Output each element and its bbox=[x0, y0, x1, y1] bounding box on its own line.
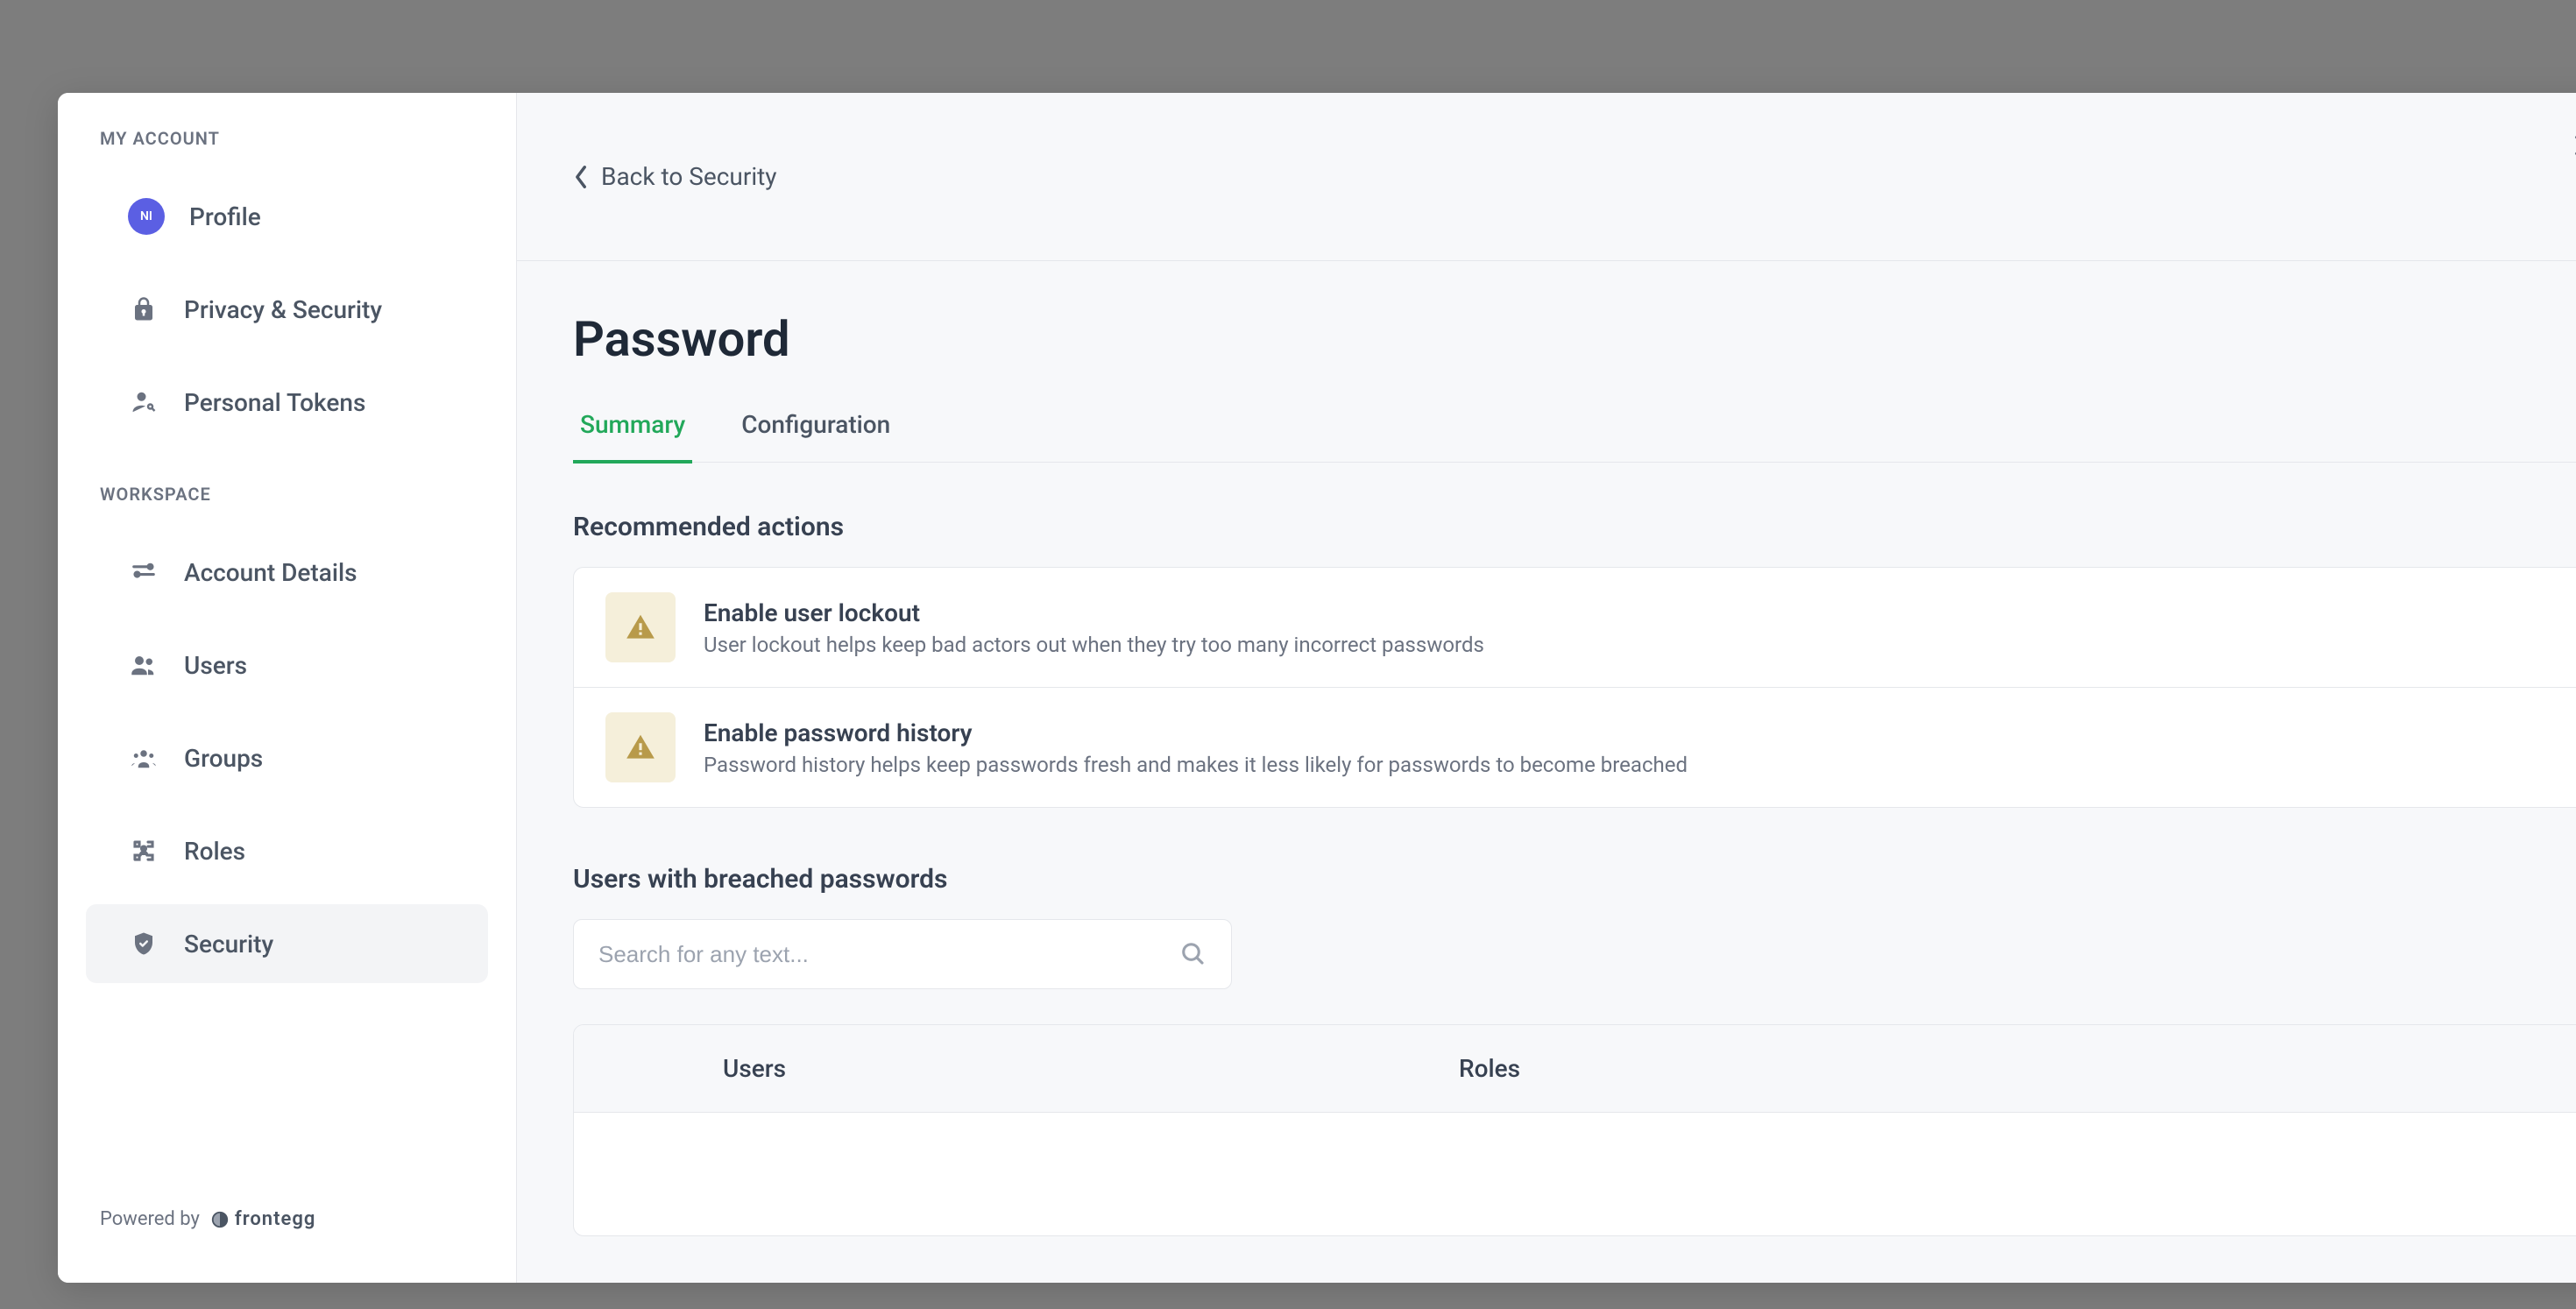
sidebar: MY ACCOUNT NI Profile Privacy & Security… bbox=[58, 93, 517, 1283]
sidebar-item-label: Account Details bbox=[184, 558, 357, 587]
sidebar-item-personal-tokens[interactable]: Personal Tokens bbox=[86, 363, 488, 442]
back-link-label: Back to Security bbox=[601, 162, 777, 191]
action-text: Enable user lockout User lockout helps k… bbox=[704, 598, 2556, 657]
sidebar-item-privacy-security[interactable]: Privacy & Security bbox=[86, 270, 488, 349]
action-desc: Password history helps keep passwords fr… bbox=[704, 753, 2556, 777]
frontegg-icon bbox=[210, 1210, 230, 1229]
main-content: Back to Security Password Summary Config… bbox=[517, 93, 2576, 1283]
sidebar-item-security[interactable]: Security bbox=[86, 904, 488, 983]
sidebar-item-users[interactable]: Users bbox=[86, 626, 488, 704]
sidebar-item-label: Security bbox=[184, 930, 273, 959]
sidebar-item-label: Privacy & Security bbox=[184, 295, 382, 324]
breached-users-table: Users Roles bbox=[573, 1024, 2576, 1236]
search-input[interactable] bbox=[598, 941, 1180, 968]
back-to-security-link[interactable]: Back to Security bbox=[573, 162, 777, 191]
roles-icon bbox=[128, 835, 159, 867]
warning-icon bbox=[605, 712, 676, 782]
sidebar-item-profile[interactable]: NI Profile bbox=[86, 177, 488, 256]
sidebar-item-label: Roles bbox=[184, 837, 245, 866]
users-icon bbox=[128, 649, 159, 681]
sidebar-section-my-account: MY ACCOUNT bbox=[58, 128, 516, 170]
sidebar-item-label: Personal Tokens bbox=[184, 388, 365, 417]
recommended-actions-list: Enable user lockout User lockout helps k… bbox=[573, 567, 2576, 808]
lock-icon bbox=[128, 294, 159, 325]
avatar: NI bbox=[128, 198, 165, 235]
tabs: Summary Configuration bbox=[573, 403, 2576, 463]
warning-icon bbox=[605, 592, 676, 662]
tab-configuration[interactable]: Configuration bbox=[734, 403, 897, 463]
chevron-left-icon bbox=[573, 165, 589, 189]
tab-summary[interactable]: Summary bbox=[573, 403, 692, 463]
settings-modal: MY ACCOUNT NI Profile Privacy & Security… bbox=[58, 93, 2576, 1283]
search-box[interactable] bbox=[573, 919, 1232, 989]
page-title: Password bbox=[573, 310, 2576, 368]
action-enable-user-lockout[interactable]: Enable user lockout User lockout helps k… bbox=[574, 568, 2576, 688]
shield-check-icon bbox=[128, 928, 159, 959]
content-area: Password Summary Configuration Recommend… bbox=[517, 261, 2576, 1283]
recommended-actions-heading: Recommended actions bbox=[573, 512, 2576, 542]
user-key-icon bbox=[128, 386, 159, 418]
sidebar-section-workspace: WORKSPACE bbox=[58, 484, 516, 526]
sidebar-item-groups[interactable]: Groups bbox=[86, 718, 488, 797]
sidebar-item-label: Profile bbox=[189, 202, 261, 231]
table-column-roles: Roles bbox=[1459, 1054, 2576, 1083]
close-icon bbox=[2571, 131, 2576, 159]
action-desc: User lockout helps keep bad actors out w… bbox=[704, 633, 2556, 657]
sidebar-item-roles[interactable]: Roles bbox=[86, 811, 488, 890]
table-body bbox=[574, 1113, 2576, 1235]
action-text: Enable password history Password history… bbox=[704, 718, 2556, 777]
table-header: Users Roles bbox=[574, 1025, 2576, 1113]
breached-passwords-heading: Users with breached passwords bbox=[573, 864, 2576, 895]
sliders-icon bbox=[128, 556, 159, 588]
table-column-users: Users bbox=[574, 1054, 1459, 1083]
powered-by: Powered by frontegg bbox=[58, 1182, 516, 1256]
action-enable-password-history[interactable]: Enable password history Password history… bbox=[574, 688, 2576, 807]
frontegg-logo[interactable]: frontegg bbox=[210, 1208, 315, 1230]
sidebar-item-label: Users bbox=[184, 651, 247, 680]
main-header: Back to Security bbox=[517, 93, 2576, 261]
close-button[interactable] bbox=[2567, 128, 2576, 163]
search-icon bbox=[1180, 941, 1207, 967]
sidebar-item-account-details[interactable]: Account Details bbox=[86, 533, 488, 612]
frontegg-text: frontegg bbox=[235, 1208, 315, 1230]
action-title: Enable user lockout bbox=[704, 598, 2556, 627]
groups-icon bbox=[128, 742, 159, 774]
action-title: Enable password history bbox=[704, 718, 2556, 747]
powered-by-label: Powered by bbox=[100, 1208, 200, 1230]
sidebar-item-label: Groups bbox=[184, 744, 263, 773]
